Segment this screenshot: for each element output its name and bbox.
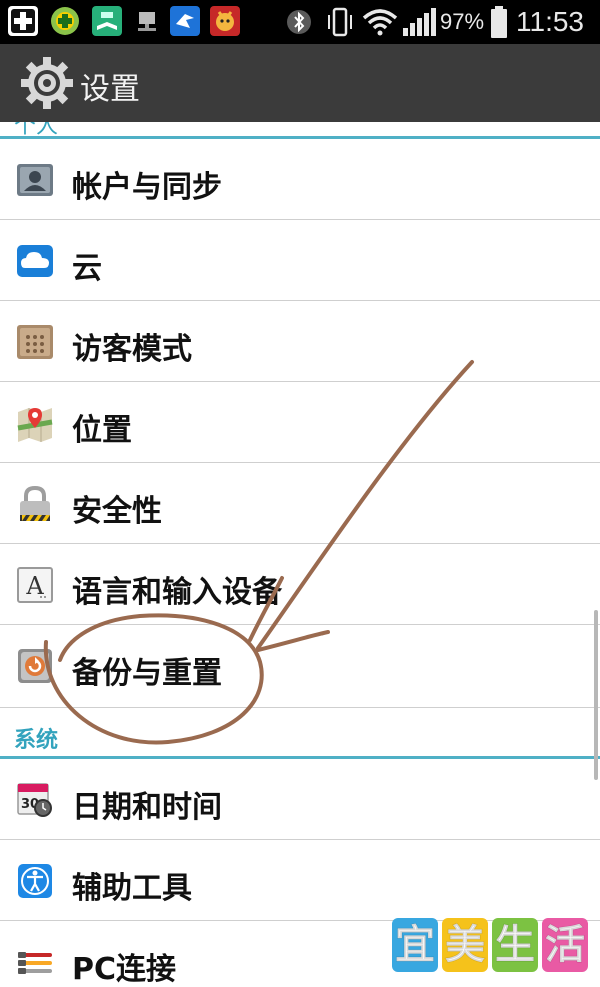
watermark-logo: 宜 美 生 活	[392, 918, 588, 976]
list-item-label: 语言和输入设备	[72, 575, 282, 610]
section-header-label: 系统	[14, 728, 59, 753]
battery-icon	[490, 6, 508, 38]
svg-text:A: A	[25, 572, 44, 600]
list-item-label: 帐户与同步	[72, 170, 222, 205]
list-item-guest-mode[interactable]: 访客模式	[0, 302, 600, 382]
clock: 11:53	[516, 6, 584, 37]
watermark-char: 活	[542, 918, 588, 972]
list-item-backup-reset[interactable]: 备份与重置	[0, 626, 600, 708]
lock-icon	[16, 485, 54, 523]
signal-icon	[402, 8, 436, 36]
scrollbar[interactable]	[594, 610, 598, 780]
settings-gear-icon[interactable]	[20, 56, 74, 110]
section-divider	[0, 756, 600, 759]
list-item-cloud[interactable]: 云	[0, 221, 600, 301]
accessibility-icon	[16, 862, 54, 900]
network-drive-icon	[132, 6, 162, 36]
list-item-label: 安全性	[72, 494, 162, 529]
bird-app-icon	[170, 6, 200, 36]
list-item-label: 云	[72, 251, 102, 286]
battery-percent: 97%	[440, 9, 485, 34]
location-map-icon	[16, 404, 54, 442]
watermark-char: 宜	[392, 918, 438, 972]
action-bar: 设置	[0, 44, 600, 122]
list-item-security[interactable]: 安全性	[0, 464, 600, 544]
list-item-label: 备份与重置	[72, 656, 222, 691]
list-item-account-sync[interactable]: 帐户与同步	[0, 140, 600, 220]
list-item-accessibility[interactable]: 辅助工具	[0, 841, 600, 921]
monkey-app-icon	[210, 6, 240, 36]
book-app-icon	[92, 6, 122, 36]
vibrate-icon	[324, 6, 356, 38]
list-item-date-time[interactable]: 30 日期和时间	[0, 760, 600, 840]
medical-plus-icon	[8, 6, 38, 36]
section-divider	[0, 136, 600, 139]
language-a-icon: A	[16, 566, 54, 604]
list-item-language-input[interactable]: A 语言和输入设备	[0, 545, 600, 625]
section-header-system: 系统	[0, 712, 600, 758]
list-item-label: PC连接	[72, 952, 177, 987]
list-item-label: 日期和时间	[72, 790, 222, 825]
bluetooth-icon	[286, 8, 312, 36]
list-item-label: 辅助工具	[72, 871, 192, 906]
watermark-char: 生	[492, 918, 538, 972]
account-sync-icon	[16, 161, 54, 199]
list-item-label: 访客模式	[72, 332, 192, 367]
guest-mode-icon	[16, 323, 54, 361]
pc-connection-icon	[16, 943, 54, 981]
list-item-label: 位置	[72, 413, 132, 448]
backup-reset-icon	[16, 647, 54, 685]
cloud-icon	[16, 242, 54, 280]
watermark-char: 美	[442, 918, 488, 972]
calendar-clock-icon: 30	[16, 781, 54, 819]
wifi-icon	[362, 8, 398, 36]
list-item-location[interactable]: 位置	[0, 383, 600, 463]
game-controller-icon	[50, 6, 80, 36]
page-title: 设置	[80, 72, 140, 107]
status-bar: 97% 11:53	[0, 0, 600, 44]
